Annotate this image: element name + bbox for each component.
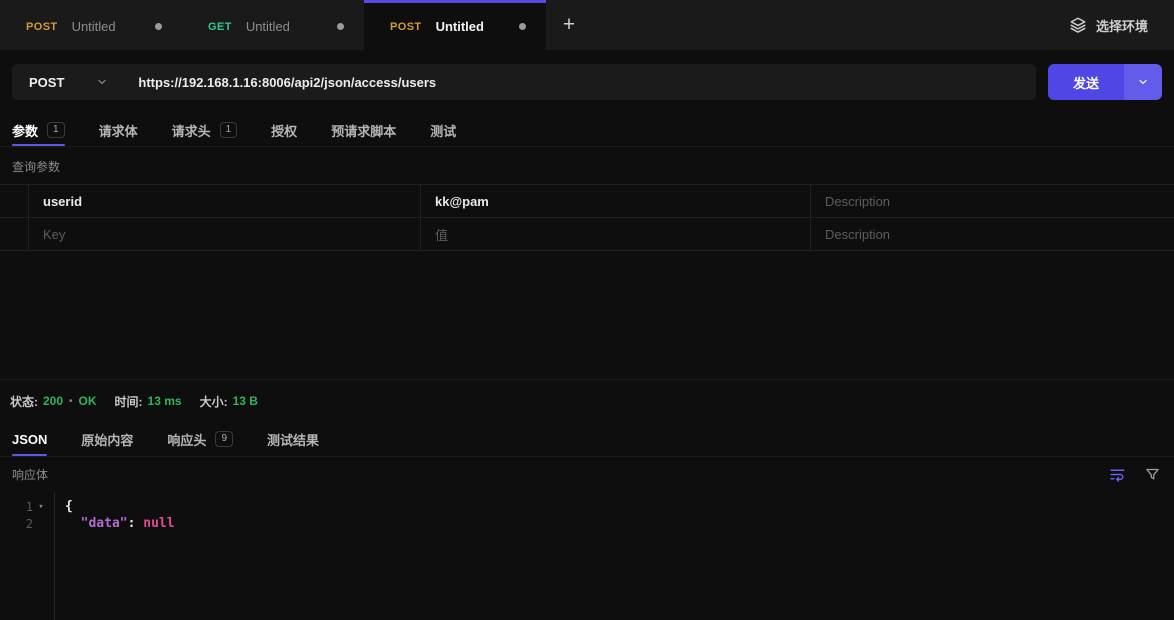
url-value: https://192.168.1.16:8006/api2/json/acce…	[138, 74, 437, 90]
query-params-table: userid kk@pam Description Key 值 Descript…	[0, 184, 1174, 251]
param-key-field[interactable]: userid	[28, 185, 420, 217]
status-label: 状态:	[10, 394, 38, 409]
tab-title: Untitled	[245, 19, 290, 34]
tab-body[interactable]: 请求体	[99, 114, 138, 146]
layers-icon	[1069, 16, 1087, 34]
tab-strip: POST Untitled GET Untitled POST Untitled…	[0, 0, 1174, 50]
tab-auth[interactable]: 授权	[271, 114, 297, 146]
add-tab-button[interactable]: +	[546, 0, 592, 50]
tab-label: 预请求脚本	[331, 123, 397, 139]
tab-prerequest-script[interactable]: 预请求脚本	[331, 114, 396, 146]
tab-label: 请求体	[98, 123, 138, 139]
param-value-field[interactable]: kk@pam	[420, 185, 810, 217]
count-badge: 9	[215, 431, 233, 447]
tab-label: 响应头	[167, 432, 207, 448]
tab-label: 测试结果	[267, 432, 320, 448]
json-null-value: null	[143, 516, 175, 531]
method-badge: POST	[26, 20, 58, 33]
table-row: userid kk@pam Description	[0, 185, 1174, 218]
code-content: { "data": null	[55, 492, 175, 620]
empty-area	[0, 251, 1174, 379]
method-dropdown[interactable]: POST	[12, 75, 64, 90]
response-section-tabs: JSON 原始内容 响应头 9 测试结果	[0, 422, 1174, 457]
status-text: OK	[78, 394, 97, 408]
bullet-separator: •	[69, 395, 73, 407]
environment-label: 选择环境	[1095, 18, 1148, 34]
param-key-field[interactable]: Key	[28, 218, 420, 250]
environment-selector[interactable]: 选择环境	[1069, 0, 1174, 50]
method-badge: POST	[390, 20, 422, 33]
tab-title: Untitled	[71, 19, 116, 34]
param-value-field[interactable]: 值	[420, 218, 810, 250]
table-row: Key 值 Description	[0, 218, 1174, 251]
tab-test-results[interactable]: 测试结果	[267, 422, 319, 456]
send-button[interactable]: 发送	[1048, 64, 1124, 100]
response-status-bar: 状态: 200 • OK 时间: 13 ms 大小: 13 B	[0, 380, 1174, 422]
json-colon: :	[127, 516, 144, 531]
query-params-title: 查询参数	[12, 160, 61, 174]
tab-label: 原始内容	[81, 432, 134, 448]
row-handle-cell[interactable]	[0, 185, 28, 217]
tab-json[interactable]: JSON	[12, 422, 48, 456]
tab-tests[interactable]: 测试	[430, 114, 456, 146]
chevron-down-icon	[1137, 76, 1149, 88]
tab-label: 测试	[430, 123, 457, 139]
line-number: 1	[25, 499, 33, 514]
tab-title: Untitled	[435, 19, 484, 34]
tab-headers[interactable]: 请求头 1	[172, 114, 238, 146]
response-body-bar: 响应体	[0, 457, 1174, 492]
line-number: 2	[25, 516, 33, 531]
tab-raw[interactable]: 原始内容	[81, 422, 133, 456]
word-wrap-icon[interactable]	[1109, 466, 1126, 483]
request-tab-3-active[interactable]: POST Untitled	[364, 0, 546, 50]
request-section-tabs: 参数 1 请求体 请求头 1 授权 预请求脚本 测试	[0, 114, 1174, 147]
send-split-button: 发送	[1048, 64, 1162, 100]
row-handle-cell[interactable]	[0, 218, 28, 250]
count-badge: 1	[47, 122, 65, 138]
time-value: 13 ms	[147, 394, 182, 408]
unsaved-dot-icon	[337, 23, 344, 30]
status-code: 200	[43, 394, 64, 408]
fold-caret-icon[interactable]: ▾	[33, 502, 49, 512]
unsaved-dot-icon	[519, 23, 526, 30]
response-body-title: 响应体	[12, 468, 49, 482]
line-number-gutter: 1 ▾ 2	[0, 492, 55, 620]
tab-label: JSON	[12, 431, 48, 447]
method-badge: GET	[208, 20, 232, 33]
param-description-field[interactable]: Description	[810, 218, 1174, 250]
tab-response-headers[interactable]: 响应头 9	[167, 422, 233, 456]
tab-label: 授权	[271, 123, 298, 139]
request-tab-1[interactable]: POST Untitled	[0, 0, 182, 50]
time-label: 时间:	[114, 394, 143, 409]
code-line: {	[65, 498, 175, 515]
response-json-viewer[interactable]: 1 ▾ 2 { "data": null	[0, 492, 1174, 620]
request-tab-2[interactable]: GET Untitled	[182, 0, 364, 50]
filter-funnel-icon[interactable]	[1145, 467, 1160, 482]
tab-label: 请求头	[171, 123, 211, 139]
tab-label: 参数	[12, 123, 39, 139]
json-key: "data"	[80, 516, 128, 531]
gutter-line: 2	[0, 515, 54, 532]
url-input[interactable]: POST https://192.168.1.16:8006/api2/json…	[12, 64, 1036, 100]
gutter-line: 1 ▾	[0, 498, 54, 515]
size-value: 13 B	[232, 394, 258, 408]
request-bar: POST https://192.168.1.16:8006/api2/json…	[0, 50, 1174, 114]
send-options-button[interactable]	[1124, 64, 1162, 100]
param-description-field[interactable]: Description	[810, 185, 1174, 217]
chevron-down-icon[interactable]	[96, 76, 108, 88]
json-brace: {	[65, 499, 73, 514]
count-badge: 1	[219, 122, 238, 138]
size-label: 大小:	[199, 394, 228, 409]
code-line: "data": null	[65, 515, 175, 532]
tab-params[interactable]: 参数 1	[12, 114, 65, 146]
unsaved-dot-icon	[155, 23, 162, 30]
